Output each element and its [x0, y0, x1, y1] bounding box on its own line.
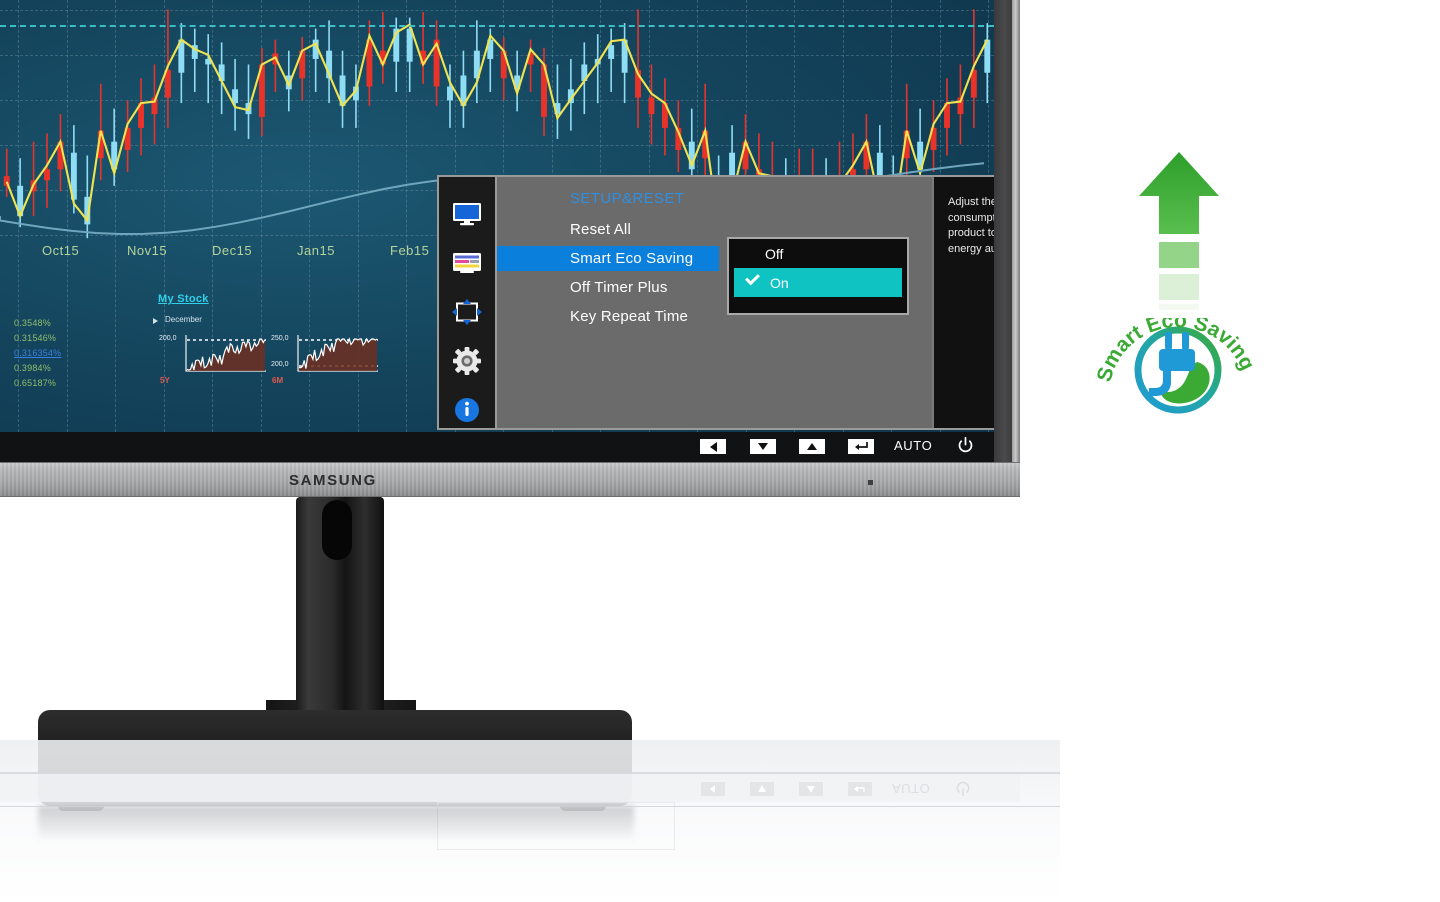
floor-line — [0, 806, 1060, 807]
reflection-up-key — [750, 782, 774, 796]
month-tick-label: Nov15 — [127, 243, 168, 258]
candle-body — [608, 45, 615, 59]
down-arrow-key[interactable] — [750, 439, 776, 454]
promo-scene: Oct15 Nov15 Dec15 Jan15 Feb15 My Stock Decem… — [0, 0, 1440, 902]
expand-triangle-icon[interactable] — [153, 318, 158, 324]
auto-key-label[interactable]: AUTO — [894, 438, 932, 453]
osd-description: Adjust the power consumption of the prod… — [932, 177, 994, 428]
candle-body — [44, 169, 50, 181]
submenu-option-label: On — [770, 274, 789, 291]
osd-menu-item-reset-all[interactable]: Reset All — [497, 217, 719, 242]
gear-setup-icon[interactable] — [451, 347, 483, 375]
percentage-value: 0.31546% — [14, 333, 57, 343]
samsung-logo: SAMSUNG — [289, 472, 377, 489]
percentage-value: 0.3984% — [14, 363, 51, 373]
monitor-bezel: SAMSUNG — [0, 462, 1020, 497]
reflection-left-key — [701, 782, 725, 796]
mini-chart-range-label[interactable]: 6M — [272, 376, 283, 385]
percentage-value: 0.316354% — [14, 348, 62, 358]
mini-chart: 200,0 5Y — [159, 333, 268, 391]
monitor-stand-neck — [296, 497, 384, 712]
up-arrow-key[interactable] — [799, 439, 825, 454]
cable-management-slot — [322, 500, 352, 560]
power-led — [868, 480, 873, 485]
submenu-option-label: Off — [765, 245, 784, 262]
percentage-value: 0.65187% — [14, 378, 57, 388]
my-stock-panel: My Stock December 0.3548% 0.31546% 0.31635… — [0, 285, 440, 405]
reflection-down-key — [799, 782, 823, 796]
month-tick-label: Feb15 — [390, 243, 430, 258]
mini-chart-bottom-label: 200,0 — [271, 361, 289, 368]
month-tick-label: Jan15 — [297, 243, 335, 258]
osd-title: SETUP&RESET — [570, 190, 685, 207]
up-arrow-graphic — [1133, 150, 1225, 316]
candle-body — [648, 97, 655, 115]
check-icon — [745, 270, 760, 286]
axis-divider — [0, 25, 994, 27]
monitor-screen: Oct15 Nov15 Dec15 Jan15 Feb15 My Stock Decem… — [0, 0, 994, 462]
osd-key-bar: AUTO — [0, 432, 994, 462]
osd-menu-item-off-timer-plus[interactable]: Off Timer Plus — [497, 275, 719, 300]
mini-chart: 250,0 200,0 6M — [271, 333, 380, 391]
enter-key[interactable] — [848, 439, 874, 454]
osd-menu: SETUP&RESET Reset All Smart Eco Saving Off… — [437, 175, 994, 430]
color-bars-icon[interactable] — [451, 250, 483, 276]
submenu-option-on[interactable]: On — [734, 268, 902, 297]
candle-body — [447, 86, 453, 101]
my-stock-title[interactable]: My Stock — [158, 293, 209, 305]
panel-right-edge — [1012, 0, 1020, 470]
reflection-power-key — [955, 780, 971, 796]
month-tick-label: Oct15 — [42, 243, 80, 258]
power-key[interactable] — [957, 436, 974, 454]
stand-base-lip — [44, 785, 626, 805]
mini-chart-top-label: 250,0 — [271, 335, 289, 342]
reflection-enter-key — [848, 782, 872, 796]
base-shadow — [38, 806, 634, 842]
mini-chart-top-label: 200,0 — [159, 335, 177, 342]
reflection-power-led — [866, 788, 871, 793]
smart-eco-saving-submenu: Off On — [727, 237, 909, 315]
mini-chart-range-label[interactable]: 5Y — [160, 376, 170, 385]
smart-eco-saving-logo: Smart Eco Saving — [1093, 309, 1259, 438]
month-row-label: December — [165, 315, 202, 324]
monitor: Oct15 Nov15 Dec15 Jan15 Feb15 My Stock Decem… — [0, 0, 1020, 500]
month-tick-label: Dec15 — [212, 243, 253, 258]
osd-menu-item-smart-eco-saving[interactable]: Smart Eco Saving — [497, 246, 719, 271]
osd-icon-rail — [439, 177, 497, 428]
left-arrow-key[interactable] — [700, 439, 726, 454]
display-icon[interactable] — [451, 201, 483, 227]
percentage-value: 0.3548% — [14, 318, 51, 328]
osd-menu-list: SETUP&RESET Reset All Smart Eco Saving Off… — [497, 177, 994, 428]
reflection-auto-label: AUTO — [892, 781, 931, 796]
submenu-option-off[interactable]: Off — [729, 239, 907, 268]
size-position-icon[interactable] — [451, 299, 483, 325]
osd-menu-item-key-repeat-time[interactable]: Key Repeat Time — [497, 304, 719, 329]
info-icon[interactable] — [451, 397, 483, 423]
